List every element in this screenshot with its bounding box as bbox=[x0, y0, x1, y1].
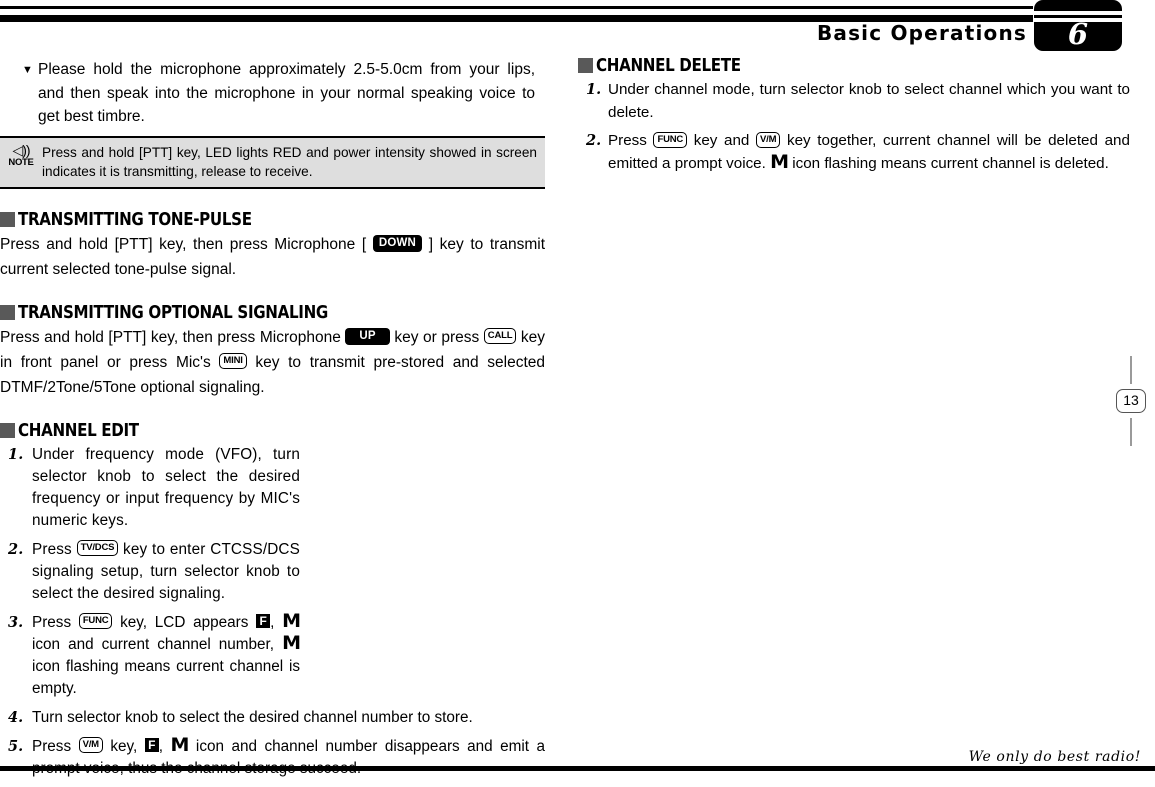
step-text-prefix: Press bbox=[608, 132, 647, 149]
step-number: 1. bbox=[586, 81, 602, 98]
step-text-mid-1: key, LCD appears bbox=[120, 613, 249, 631]
step-text-suffix: icon flashing means current channel is e… bbox=[32, 657, 300, 697]
step-number: 4. bbox=[8, 708, 24, 726]
note-label: NOTE bbox=[8, 156, 34, 168]
step-text-prefix: Press bbox=[32, 613, 72, 631]
optional-signaling-paragraph: Press and hold [PTT] key, then press Mic… bbox=[0, 325, 545, 400]
section-heading-tone-pulse: TRANSMITTING TONE-PULSE bbox=[0, 209, 545, 230]
m-icon: M bbox=[170, 733, 190, 756]
note-box: ◁)) NOTE Press and hold [PTT] key, LED l… bbox=[0, 135, 545, 189]
header-rule-thin bbox=[0, 6, 1033, 9]
f-icon: F bbox=[144, 738, 159, 753]
step-text-suffix: icon flashing means current channel is d… bbox=[792, 154, 1109, 172]
key-call[interactable]: CALL bbox=[483, 328, 517, 345]
section-heading-channel-delete: CHANNEL DELETE bbox=[578, 55, 1130, 76]
key-tv-dcs[interactable]: TV/DCS bbox=[76, 540, 119, 557]
tone-pulse-text-1: Press and hold [PTT] key, then press Mic… bbox=[0, 235, 367, 253]
section-heading-channel-edit: CHANNEL EDIT bbox=[0, 420, 545, 441]
step-text-prefix: Press bbox=[32, 737, 72, 755]
tone-pulse-paragraph: Press and hold [PTT] key, then press Mic… bbox=[0, 232, 545, 282]
step-number: 1. bbox=[8, 445, 24, 463]
list-item: 2. Press TV/DCS key to enter CTCSS/DCS s… bbox=[0, 539, 300, 605]
list-item: 3. Press FUNC key, LCD appears F, M icon… bbox=[0, 609, 301, 700]
note-text: Press and hold [PTT] key, LED lights RED… bbox=[42, 144, 537, 179]
f-icon: F bbox=[256, 614, 271, 629]
note-icon: ◁)) NOTE bbox=[3, 143, 39, 169]
step-text-mid-1: key, bbox=[110, 737, 138, 755]
key-down[interactable]: DOWN bbox=[372, 234, 423, 252]
key-v-m[interactable]: V/M bbox=[756, 131, 781, 148]
step-text-mid-1: key and bbox=[693, 132, 750, 149]
step-number: 5. bbox=[8, 737, 24, 755]
channel-edit-steps: 1. Under frequency mode (VFO), turn sele… bbox=[0, 444, 545, 780]
page-number: 13 bbox=[1116, 389, 1146, 413]
left-column: ▼ Please hold the microphone approximate… bbox=[0, 50, 545, 787]
heading-square-icon bbox=[578, 58, 593, 73]
heading-square-icon bbox=[0, 422, 15, 438]
key-up[interactable]: UP bbox=[345, 327, 390, 345]
heading-square-icon bbox=[0, 304, 15, 320]
m-icon: M bbox=[770, 150, 789, 173]
step-number: 2. bbox=[586, 132, 602, 149]
key-func[interactable]: FUNC bbox=[653, 131, 688, 148]
step-text: Under channel mode, turn selector knob t… bbox=[608, 81, 1130, 121]
heading-label: TRANSMITTING TONE-PULSE bbox=[18, 208, 252, 230]
page-marker-tick-top bbox=[1130, 356, 1132, 384]
step-text: Under frequency mode (VFO), turn selecto… bbox=[32, 445, 300, 529]
key-v-m[interactable]: V/M bbox=[78, 737, 103, 754]
m-icon: M bbox=[282, 631, 301, 654]
speaker-icon: ◁)) bbox=[12, 141, 30, 158]
heading-label: TRANSMITTING OPTIONAL SIGNALING bbox=[18, 301, 328, 323]
list-item: 1. Under frequency mode (VFO), turn sele… bbox=[0, 444, 300, 532]
step-text-mid-3: icon and current channel number, bbox=[32, 635, 275, 653]
channel-delete-steps: 1. Under channel mode, turn selector kno… bbox=[578, 79, 1130, 175]
page-marker: 13 bbox=[1111, 356, 1151, 446]
step-text: Turn selector knob to select the desired… bbox=[32, 708, 473, 726]
list-item: 1. Under channel mode, turn selector kno… bbox=[578, 79, 1130, 124]
footer-rule bbox=[0, 766, 1155, 771]
optional-text-2: key or press bbox=[394, 328, 480, 346]
list-item: 2. Press FUNC key and V/M key together, … bbox=[578, 130, 1130, 175]
step-comma: , bbox=[158, 737, 164, 755]
step-number: 3. bbox=[8, 613, 24, 631]
list-item: 5. Press V/M key, F, M icon and channel … bbox=[0, 733, 545, 780]
heading-label: CHANNEL EDIT bbox=[18, 419, 139, 441]
footer-tagline: We only do best radio! bbox=[968, 749, 1141, 765]
step-text-prefix: Press bbox=[32, 540, 72, 558]
step-text-suffix: key to enter CTCSS/DCS signaling setup, … bbox=[32, 540, 300, 602]
section-heading-optional-signaling: TRANSMITTING OPTIONAL SIGNALING bbox=[0, 302, 545, 323]
m-icon: M bbox=[282, 609, 301, 632]
page-marker-tick-bottom bbox=[1130, 418, 1132, 446]
triangle-down-icon: ▼ bbox=[22, 64, 33, 76]
page-title: Basic Operations bbox=[816, 21, 1027, 45]
key-func[interactable]: FUNC bbox=[78, 613, 113, 630]
tip-block: ▼ Please hold the microphone approximate… bbox=[0, 50, 545, 129]
right-column: CHANNEL DELETE 1. Under channel mode, tu… bbox=[578, 55, 1130, 181]
step-comma-1: , bbox=[270, 613, 275, 631]
badge-stripe-upper bbox=[1034, 11, 1122, 15]
chapter-badge: 6 bbox=[1034, 0, 1122, 51]
chapter-number: 6 bbox=[1067, 17, 1089, 51]
list-item: 4. Turn selector knob to select the desi… bbox=[0, 707, 545, 729]
heading-square-icon bbox=[0, 211, 15, 227]
heading-label: CHANNEL DELETE bbox=[596, 55, 741, 76]
step-number: 2. bbox=[8, 540, 24, 558]
optional-text-1: Press and hold [PTT] key, then press Mic… bbox=[0, 328, 341, 346]
key-mini[interactable]: MINI bbox=[219, 353, 247, 370]
tip-text: Please hold the microphone approximately… bbox=[38, 61, 535, 125]
